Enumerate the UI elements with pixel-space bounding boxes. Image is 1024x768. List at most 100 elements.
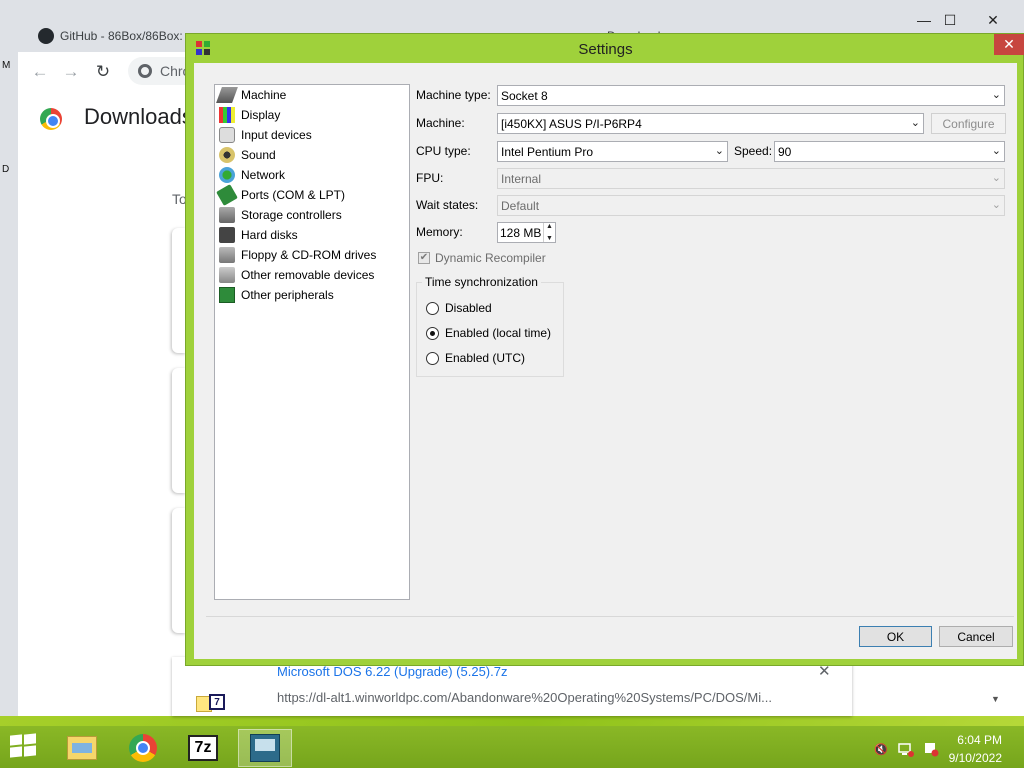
download-card xyxy=(172,368,186,493)
download-file-link[interactable]: Microsoft DOS 6.22 (Upgrade) (5.25).7z xyxy=(277,664,507,679)
category-storage-controllers[interactable]: Storage controllers xyxy=(219,205,342,225)
tab-github[interactable]: GitHub - 86Box/86Box: ... xyxy=(26,20,206,52)
dialog-close-button[interactable]: ✕ xyxy=(994,34,1024,55)
time-sync-legend: Time synchronization xyxy=(422,275,541,289)
wait-states-label: Wait states: xyxy=(416,198,479,212)
action-center-icon[interactable] xyxy=(923,741,939,757)
settings-titlebar[interactable]: Settings ✕ xyxy=(186,34,1024,63)
start-button[interactable] xyxy=(10,733,38,759)
memory-spinbox[interactable]: 128 MB ▲ ▼ xyxy=(497,222,556,243)
speed-label: Speed: xyxy=(734,144,773,158)
input-devices-icon xyxy=(219,127,235,143)
taskbar-chrome[interactable] xyxy=(116,729,170,767)
reload-icon: ↻ xyxy=(95,62,111,81)
cpu-type-select[interactable]: Intel Pentium Pro ⌄ xyxy=(497,141,728,162)
page-title: Downloads xyxy=(84,104,193,129)
category-network[interactable]: Network xyxy=(219,165,285,185)
category-removable-devices[interactable]: Other removable devices xyxy=(219,265,374,285)
back-button[interactable]: ← xyxy=(28,60,52,84)
taskbar-file-explorer[interactable] xyxy=(55,729,109,767)
category-hard-disks[interactable]: Hard disks xyxy=(219,225,298,245)
settings-dialog: Settings ✕ Machine Display Input devices… xyxy=(185,33,1024,666)
storage-controllers-icon xyxy=(219,207,235,223)
category-label: Floppy & CD-ROM drives xyxy=(241,248,377,262)
download-url[interactable]: https://dl-alt1.winworldpc.com/Abandonwa… xyxy=(277,690,777,705)
machine-select[interactable]: [i450KX] ASUS P/I-P6RP4 ⌄ xyxy=(497,113,924,134)
time-sync-utc-radio[interactable]: Enabled (UTC) xyxy=(426,351,525,365)
chevron-down-icon: ⌄ xyxy=(991,199,1001,211)
radio-label: Disabled xyxy=(445,301,492,315)
machine-label: Machine: xyxy=(416,116,465,130)
category-input-devices[interactable]: Input devices xyxy=(219,125,312,145)
maximize-icon: ☐ xyxy=(943,11,957,28)
fpu-label: FPU: xyxy=(416,171,444,185)
category-label: Machine xyxy=(241,88,287,102)
configure-button[interactable]: Configure xyxy=(931,113,1006,134)
cancel-button[interactable]: Cancel xyxy=(939,626,1013,647)
chevron-down-icon: ⌄ xyxy=(910,117,920,129)
sound-icon xyxy=(219,147,235,163)
chrome-icon xyxy=(129,734,157,762)
taskbar-7zip[interactable]: 7z xyxy=(176,729,230,767)
category-list[interactable]: Machine Display Input devices Sound Netw… xyxy=(214,84,410,600)
network-icon[interactable] xyxy=(898,741,914,757)
machine-type-value: Socket 8 xyxy=(501,88,548,103)
wait-states-select[interactable]: Default ⌄ xyxy=(497,195,1005,216)
taskbar-86box[interactable] xyxy=(238,729,292,767)
time-sync-disabled-radio[interactable]: Disabled xyxy=(426,301,492,315)
category-floppy-cdrom[interactable]: Floppy & CD-ROM drives xyxy=(219,245,376,265)
chevron-down-icon: ⌄ xyxy=(991,145,1001,157)
removable-devices-icon xyxy=(219,267,235,283)
dynarec-label: Dynamic Recompiler xyxy=(435,251,546,265)
dynarec-checkbox[interactable]: ✔ Dynamic Recompiler xyxy=(418,251,546,265)
hard-disk-icon xyxy=(219,227,235,243)
tab-label: GitHub - 86Box/86Box: ... xyxy=(60,29,197,43)
speed-select[interactable]: 90 ⌄ xyxy=(774,141,1005,162)
7zip-icon: 7z xyxy=(188,735,218,761)
windows-logo-icon xyxy=(10,734,22,746)
peripherals-icon xyxy=(219,287,235,303)
category-ports[interactable]: Ports (COM & LPT) xyxy=(216,184,346,206)
close-button[interactable]: ✕ xyxy=(973,8,1013,32)
scroll-down-arrow-icon[interactable]: ▼ xyxy=(991,694,1000,704)
category-label: Display xyxy=(241,108,281,122)
memory-value: 128 MB xyxy=(500,225,542,240)
checkmark-icon: ✔ xyxy=(418,252,430,264)
category-machine[interactable]: Machine xyxy=(216,85,287,105)
back-arrow-icon: ← xyxy=(31,62,49,81)
time-sync-local-radio[interactable]: Enabled (local time) xyxy=(426,326,551,340)
category-sound[interactable]: Sound xyxy=(219,145,276,165)
desktop-icon-fragment: M xyxy=(2,60,11,71)
machine-value: [i450KX] ASUS P/I-P6RP4 xyxy=(501,116,642,131)
category-display[interactable]: Display xyxy=(219,105,280,125)
download-card xyxy=(172,508,186,633)
cpu-type-label: CPU type: xyxy=(416,144,471,158)
cpu-type-value: Intel Pentium Pro xyxy=(501,144,594,159)
chevron-down-icon: ⌄ xyxy=(991,89,1001,101)
category-label: Storage controllers xyxy=(241,208,342,222)
clock-date[interactable]: 9/10/2022 xyxy=(940,751,1002,765)
machine-type-select[interactable]: Socket 8 ⌄ xyxy=(497,85,1005,106)
forward-button[interactable]: → xyxy=(59,60,83,84)
category-label: Sound xyxy=(241,148,276,162)
radio-label: Enabled (local time) xyxy=(445,326,552,340)
dialog-separator xyxy=(206,616,1014,617)
forward-arrow-icon: → xyxy=(62,62,80,81)
spin-arrows-icon[interactable]: ▲ ▼ xyxy=(543,223,555,242)
memory-label: Memory: xyxy=(416,225,463,239)
category-label: Ports (COM & LPT) xyxy=(241,188,346,202)
display-icon xyxy=(219,107,235,123)
ok-button[interactable]: OK xyxy=(859,626,932,647)
dialog-title: Settings xyxy=(578,41,633,58)
close-icon: ✕ xyxy=(1003,36,1015,52)
maximize-button[interactable]: ☐ xyxy=(930,8,970,32)
network-icon xyxy=(219,167,235,183)
reload-button[interactable]: ↻ xyxy=(91,60,115,84)
category-other-peripherals[interactable]: Other peripherals xyxy=(219,285,334,305)
fpu-select[interactable]: Internal ⌄ xyxy=(497,168,1005,189)
desktop-icon-fragment: D xyxy=(2,164,10,175)
chevron-down-icon: ⌄ xyxy=(991,172,1001,184)
clock-time[interactable]: 6:04 PM xyxy=(940,733,1002,747)
volume-muted-icon[interactable]: 🔇 xyxy=(873,741,889,757)
chevron-down-icon: ⌄ xyxy=(714,145,724,157)
